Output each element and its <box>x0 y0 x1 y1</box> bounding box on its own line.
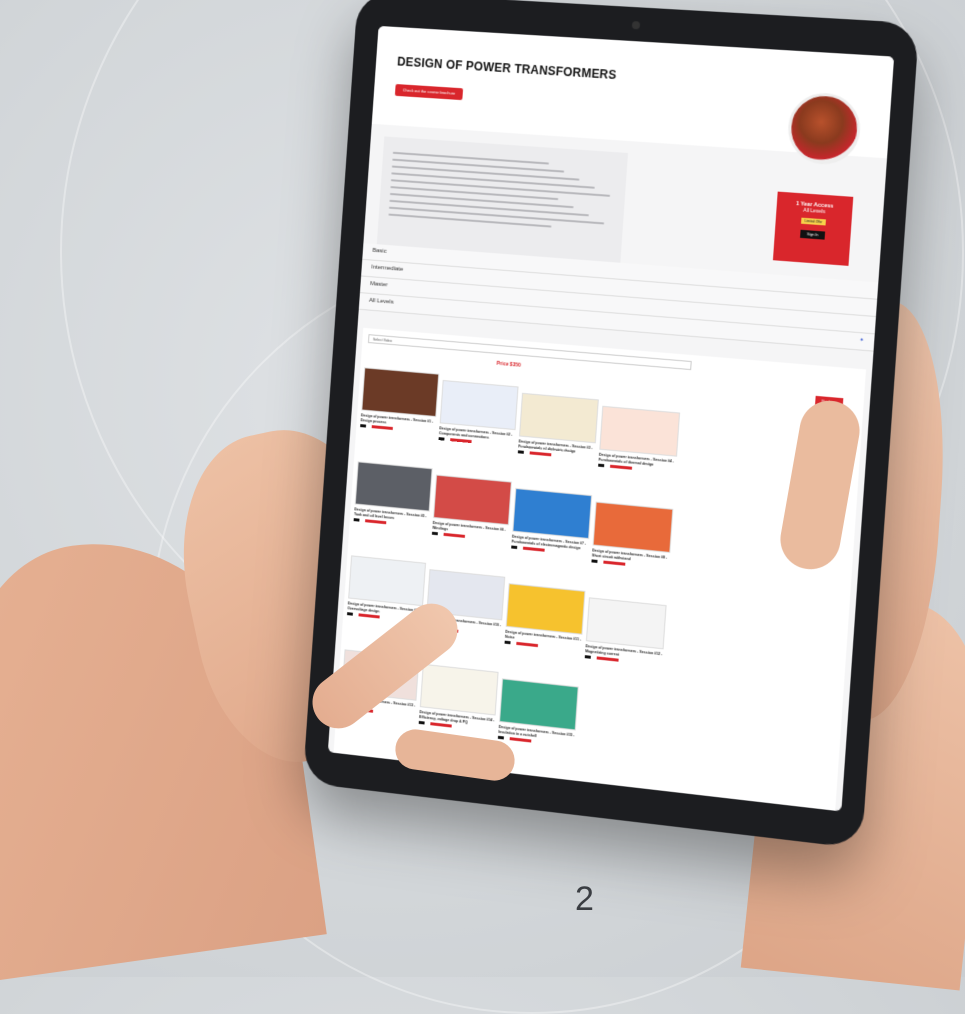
lesson-card[interactable]: Design of power transformers - Session #… <box>596 405 681 505</box>
lesson-thumbnail <box>419 663 499 716</box>
lesson-thumbnail <box>519 392 599 444</box>
lesson-card[interactable]: Design of power transformers - Session #… <box>430 474 512 573</box>
lesson-meta <box>598 463 633 470</box>
lesson-meta <box>591 559 626 566</box>
lesson-card[interactable]: Design of power transformers - Session #… <box>502 583 586 682</box>
description-line <box>392 151 549 165</box>
level-label: Basic <box>372 247 387 255</box>
plus-icon: ✦ <box>859 337 865 344</box>
lesson-thumbnail <box>354 461 433 512</box>
description-line <box>390 186 558 201</box>
course-thumbnail <box>785 91 863 167</box>
lesson-card[interactable]: Design of power transformers - Session #… <box>583 597 667 697</box>
lesson-card[interactable]: Design of power transformers - Session #… <box>358 367 440 464</box>
lesson-thumbnail <box>512 487 593 540</box>
level-label: Master <box>369 281 388 289</box>
lesson-grid: Design of power transformers - Session #… <box>340 367 687 743</box>
course-description <box>376 136 629 263</box>
lesson-thumbnail <box>348 555 427 607</box>
lesson-card[interactable]: Design of power transformers - Session #… <box>351 461 433 559</box>
lesson-meta <box>438 437 472 444</box>
brochure-button[interactable]: Check out the course brochure <box>394 84 464 101</box>
page-number: 2 <box>575 880 594 918</box>
lesson-thumbnail <box>433 474 512 526</box>
price-label: Price $350 <box>496 360 521 369</box>
lesson-card[interactable]: Design of power transformers - Session #… <box>509 487 593 587</box>
level-label: All Levels <box>368 297 394 306</box>
lesson-thumbnail <box>361 367 440 418</box>
lesson-thumbnail <box>585 597 667 650</box>
description-line <box>392 158 565 173</box>
lesson-thumbnail <box>439 379 519 431</box>
description-line <box>388 213 552 228</box>
lesson-thumbnail <box>499 678 579 731</box>
lesson-thumbnail <box>599 405 681 457</box>
lesson-meta <box>511 545 545 552</box>
lesson-meta <box>517 450 552 457</box>
lesson-card[interactable]: Design of power transformers - Session #… <box>589 501 674 602</box>
page-title: DESIGN OF POWER TRANSFORMERS <box>396 54 617 83</box>
lesson-card[interactable]: Design of power transformers - Session #… <box>516 392 599 491</box>
lesson-thumbnail <box>505 583 586 635</box>
lesson-card[interactable]: Design of power transformers - Session #… <box>436 379 519 478</box>
lesson-meta <box>360 424 393 431</box>
lesson-meta <box>353 518 387 525</box>
offer-badge: Limited Offer <box>801 217 826 226</box>
lesson-meta <box>431 531 466 539</box>
sign-in-button[interactable]: Sign In <box>800 229 826 240</box>
course-header: DESIGN OF POWER TRANSFORMERS Check out t… <box>371 25 895 167</box>
camera-icon <box>631 20 640 30</box>
video-select[interactable]: Select Video <box>367 334 692 371</box>
level-label: Intermediate <box>371 264 404 273</box>
lesson-thumbnail <box>592 501 674 554</box>
access-box: 1 Year Access All Levels Limited Offer S… <box>772 191 854 266</box>
